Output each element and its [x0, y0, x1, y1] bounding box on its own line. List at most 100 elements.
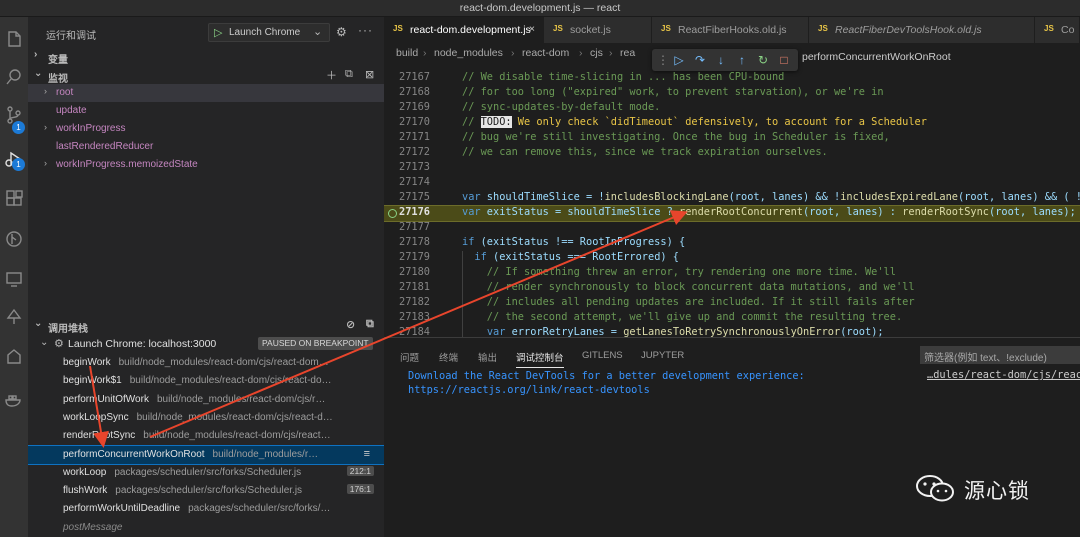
continue-icon[interactable]: ▷ [672, 53, 686, 67]
console-filter-input[interactable]: 筛选器(例如 text、!exclude) [920, 346, 1080, 364]
code-line[interactable]: 27182 // includes all pending updates ar… [384, 296, 1080, 311]
code-line[interactable]: 27184 var errorRetryLanes = getLanesToRe… [384, 326, 1080, 337]
code-line[interactable]: 27180 // If something threw an error, tr… [384, 266, 1080, 281]
callstack-section-header[interactable]: ⌄ 调用堆栈 ⊘ ⧉ [28, 317, 384, 335]
step-over-icon[interactable]: ↷ [693, 53, 707, 67]
editor-tab[interactable]: JS socket.js [544, 17, 652, 43]
panel-tab[interactable]: 调试控制台 [516, 350, 564, 368]
gear-icon[interactable]: ⚙ [336, 25, 347, 39]
restart-icon[interactable]: ↻ [756, 53, 770, 67]
chevron-down-icon[interactable]: ⌄ [313, 25, 322, 38]
console-message[interactable]: Download the React DevTools for a better… [408, 369, 908, 397]
callstack-frame[interactable]: beginWork$1 build/node_modules/react-dom/… [28, 372, 384, 390]
code-line[interactable]: 27183 // the second attempt, we'll give … [384, 311, 1080, 326]
panel-tab[interactable]: GITLENS [582, 350, 623, 361]
code-line[interactable]: 27170 // TODO: We only check `didTimeout`… [384, 116, 1080, 131]
stop-icon[interactable]: □ [777, 53, 791, 67]
code-line[interactable]: 27173 [384, 161, 1080, 176]
restart-frame-icon[interactable]: ≡ [364, 448, 370, 460]
breadcrumb-item[interactable]: build [396, 47, 418, 59]
code-line[interactable]: 27172 // we can remove this, since we tra… [384, 146, 1080, 161]
editor-tab[interactable]: JS ReactFiberHooks.old.js [652, 17, 809, 43]
breadcrumb-item[interactable]: react-dom [522, 47, 569, 59]
code-line[interactable]: 27181 // render synchronously to block c… [384, 281, 1080, 296]
code-view[interactable]: 27167 // We disable time-slicing in ... h… [384, 71, 1080, 337]
pause-on-exceptions-icon[interactable]: ⊘ [346, 318, 355, 331]
watch-item[interactable]: › root [28, 84, 384, 102]
frame-function: workLoop packages/scheduler/src/forks/Sch… [63, 467, 301, 478]
remove-all-icon[interactable]: ⊠ [365, 68, 374, 81]
code-line[interactable]: 27176 var exitStatus = shouldTimeSlice ? … [384, 205, 1080, 222]
tab-label: react-dom.development.js [410, 24, 531, 36]
callstack-frame[interactable]: performUnitOfWork build/node_modules/reac… [28, 391, 384, 409]
docker-icon[interactable] [4, 389, 24, 409]
paused-status-badge: PAUSED ON BREAKPOINT [258, 337, 373, 350]
close-icon[interactable]: × [529, 23, 535, 35]
callstack-frame[interactable]: renderRootSync build/node_modules/react-d… [28, 427, 384, 445]
callstack-frame[interactable]: workLoopSync build/node_modules/react-dom… [28, 409, 384, 427]
code-line[interactable]: 27179 if (exitStatus === RootErrored) { [384, 251, 1080, 266]
code-line[interactable]: 27168 // for too long ("expired" work, to… [384, 86, 1080, 101]
code-line[interactable]: 27167 // We disable time-slicing in ... h… [384, 71, 1080, 86]
debug-session-row[interactable]: ⌄ ⚙ Launch Chrome: localhost:3000 PAUSED… [28, 335, 384, 353]
collapse-all-icon[interactable]: ⧉ [345, 68, 353, 81]
callstack-frame[interactable]: performConcurrentWorkOnRoot build/node_mo… [28, 444, 384, 465]
watch-expression: workInProgress.memoizedState [56, 159, 198, 170]
editor-tab[interactable]: JS Co [1035, 17, 1080, 43]
watch-item[interactable]: lastRenderedReducer [28, 138, 384, 156]
line-number: 27173 [399, 161, 430, 173]
timeline-icon[interactable] [4, 347, 24, 367]
breadcrumb-item[interactable]: rea [620, 47, 635, 59]
callstack-frame[interactable]: beginWork build/node_modules/react-dom/cj… [28, 354, 384, 372]
search-icon[interactable] [4, 67, 24, 87]
frame-path: packages/scheduler/src/forks/… [188, 503, 331, 515]
code-text: if (exitStatus !== RootInProgress) { [462, 236, 686, 248]
step-out-icon[interactable]: ↑ [735, 53, 749, 67]
line-number: 27170 [399, 116, 430, 128]
extensions-icon[interactable] [4, 189, 24, 209]
start-debugging-icon[interactable]: ▷ [214, 26, 222, 39]
code-line[interactable]: 27169 // sync-updates-by-default mode. [384, 101, 1080, 116]
tab-label: Co [1061, 24, 1075, 36]
step-into-icon[interactable]: ↓ [714, 53, 728, 67]
line-number: 27181 [399, 281, 430, 293]
add-expression-icon[interactable]: ＋ [326, 67, 337, 83]
breadcrumb-separator: › [609, 47, 613, 59]
watch-item[interactable]: update [28, 102, 384, 120]
callstack-frame[interactable]: workLoop packages/scheduler/src/forks/Sch… [28, 464, 384, 482]
panel-tab[interactable]: 问题 [400, 350, 419, 364]
editor-tab[interactable]: JS ReactFiberDevToolsHook.old.js [809, 17, 1035, 43]
code-line[interactable]: 27174 [384, 176, 1080, 191]
frame-path: build/node_modules/react-dom/cjs/react-d… [118, 357, 329, 368]
code-token: includesBlockingLane [604, 191, 729, 203]
launch-config-select[interactable]: ▷ Launch Chrome ⌄ [208, 23, 330, 42]
tree-icon[interactable] [4, 307, 24, 327]
panel-tab[interactable]: JUPYTER [641, 350, 684, 361]
drag-handle-icon[interactable]: ⋮ [656, 53, 670, 67]
explorer-icon[interactable] [4, 29, 24, 49]
breadcrumb-function[interactable]: performConcurrentWorkOnRoot [802, 51, 951, 63]
watch-item[interactable]: › workInProgress [28, 120, 384, 138]
callstack-frame[interactable]: postMessage [28, 519, 384, 537]
watch-item[interactable]: › workInProgress.memoizedState [28, 156, 384, 174]
callstack-frame[interactable]: performWorkUntilDeadline packages/schedul… [28, 500, 384, 518]
code-token: getLanesToRetrySynchronouslyOnError [623, 326, 841, 337]
code-line[interactable]: 27171 // bug we're still investigating. O… [384, 131, 1080, 146]
frame-path: build/node_modules/react-dom/cjs/r… [156, 393, 326, 405]
breadcrumb-item[interactable]: node_modules [434, 47, 503, 59]
remote-explorer-icon[interactable] [4, 269, 24, 289]
panel-tab[interactable]: 输出 [478, 350, 497, 364]
callstack-frame[interactable]: flushWork packages/scheduler/src/forks/Sc… [28, 482, 384, 500]
collapse-all-icon[interactable]: ⧉ [366, 318, 374, 331]
variables-section-header[interactable]: › 变量 [28, 48, 384, 66]
panel-tab[interactable]: 终端 [439, 350, 458, 364]
breadcrumb-item[interactable]: cjs [590, 47, 603, 59]
console-source-link[interactable]: …dules/react-dom/cjs/react [927, 369, 1080, 381]
git-graph-icon[interactable] [4, 229, 24, 249]
editor-tab[interactable]: JS react-dom.development.js × [384, 17, 544, 43]
code-line[interactable]: 27178 if (exitStatus !== RootInProgress) … [384, 236, 1080, 251]
more-icon[interactable]: ··· [358, 23, 373, 37]
code-line[interactable]: 27175 var shouldTimeSlice = !includesBloc… [384, 191, 1080, 206]
code-line[interactable]: 27177 [384, 221, 1080, 236]
breakpoint-marker-icon[interactable] [388, 209, 397, 218]
